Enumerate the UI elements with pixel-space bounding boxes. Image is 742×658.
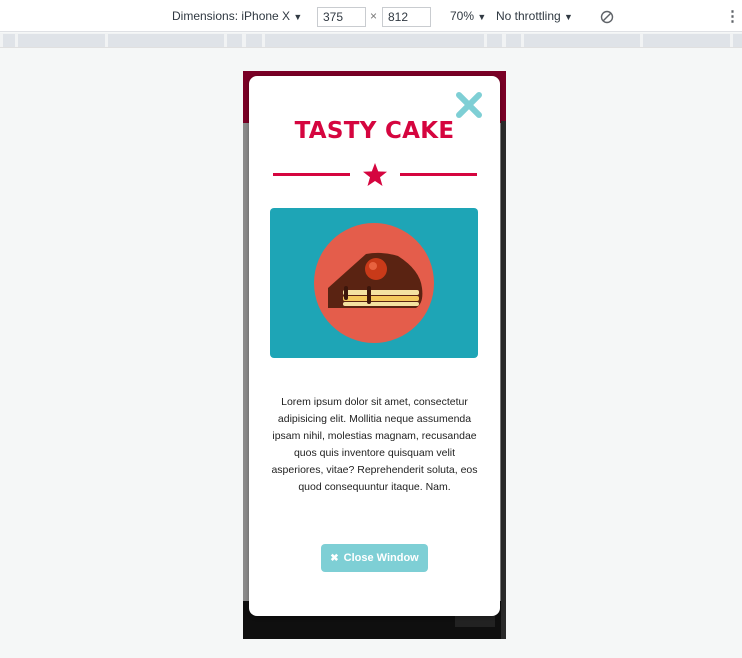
page-scroll-edge — [501, 121, 506, 639]
close-icon[interactable] — [454, 90, 484, 120]
throttle-dropdown-arrow: ▼ — [564, 12, 573, 22]
ruler-segment[interactable] — [18, 34, 105, 47]
device-toolbar: Dimensions: iPhone X ▼ × 70% ▼ No thrott… — [0, 0, 742, 32]
title-divider — [273, 162, 477, 188]
zoom-dropdown[interactable]: 70% ▼ — [450, 9, 486, 23]
close-window-button[interactable]: ✖ Close Window — [321, 544, 428, 572]
no-throttle-icon[interactable] — [600, 10, 614, 27]
ruler-segment[interactable] — [265, 34, 484, 47]
device-dropdown-arrow: ▼ — [293, 12, 303, 22]
throttle-dropdown[interactable]: No throttling ▼ — [496, 9, 573, 23]
height-input[interactable] — [382, 7, 431, 27]
close-button-x-icon: ✖ — [330, 552, 339, 564]
cake-icon — [314, 223, 434, 343]
ruler-segment[interactable] — [108, 34, 224, 47]
zoom-dropdown-arrow: ▼ — [477, 12, 487, 22]
device-label: Dimensions: iPhone X — [172, 9, 291, 23]
more-options-icon[interactable]: ⋮ — [725, 7, 740, 25]
ruler-segment[interactable] — [3, 34, 15, 47]
ruler-segment[interactable] — [733, 34, 742, 47]
width-input[interactable] — [317, 7, 366, 27]
ruler-segment[interactable] — [227, 34, 242, 47]
media-query-ruler — [0, 33, 742, 48]
zoom-label: 70% — [450, 9, 475, 23]
star-icon — [363, 163, 387, 186]
ruler-segment[interactable] — [506, 34, 521, 47]
product-image — [270, 208, 478, 358]
close-button-label: Close Window — [343, 552, 419, 564]
ruler-segment[interactable] — [643, 34, 730, 47]
ruler-segment[interactable] — [246, 34, 262, 47]
modal-description: Lorem ipsum dolor sit amet, consectetur … — [271, 396, 478, 493]
ruler-segment[interactable] — [524, 34, 640, 47]
device-dropdown[interactable]: Dimensions: iPhone X ▼ — [172, 9, 302, 23]
modal-title: TASTY CAKE — [294, 118, 455, 144]
dimension-separator: × — [370, 9, 378, 23]
product-modal: TASTY CAKE Lorem ipsum dolor sit amet, c… — [249, 76, 500, 616]
throttle-label: No throttling — [496, 9, 561, 23]
divider-line-left — [273, 173, 350, 176]
ruler-segment[interactable] — [487, 34, 502, 47]
divider-line-right — [400, 173, 477, 176]
